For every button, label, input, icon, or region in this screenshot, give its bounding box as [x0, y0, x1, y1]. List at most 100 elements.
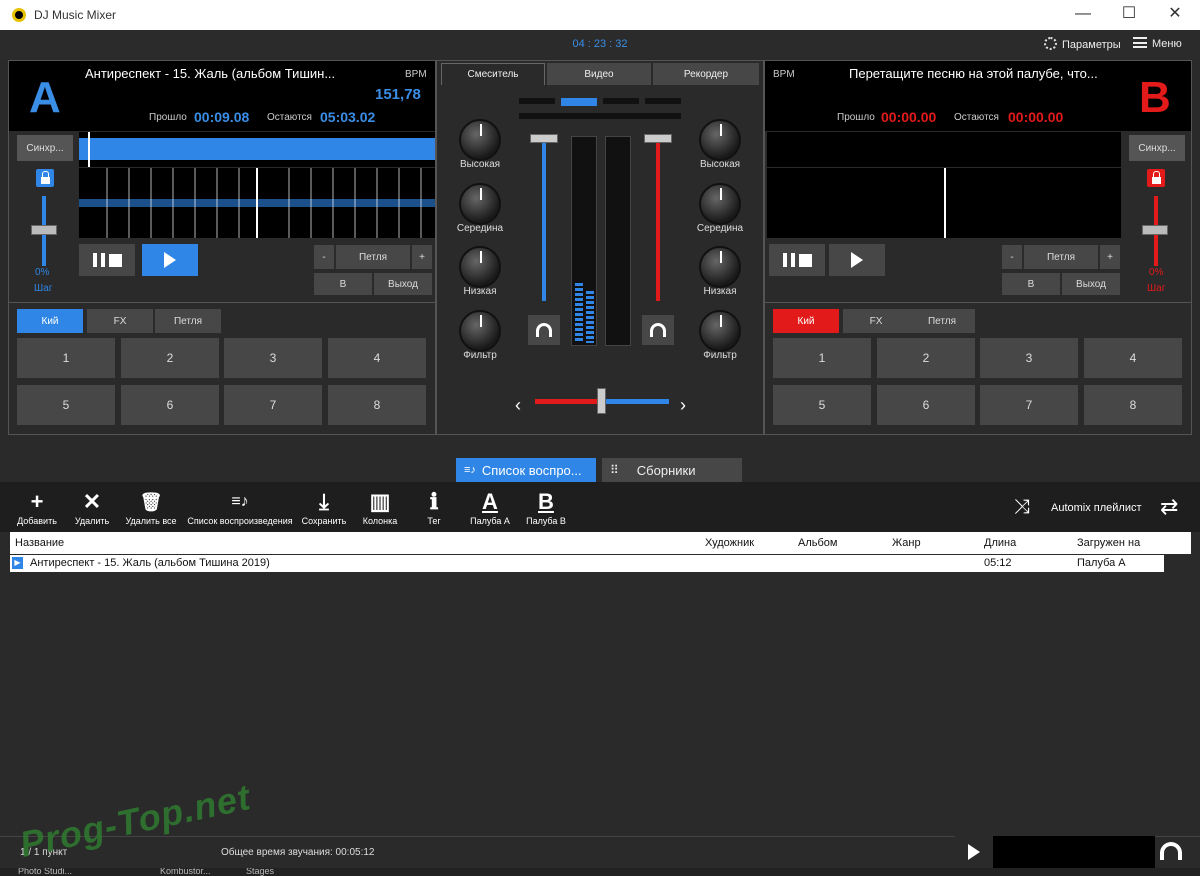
- repeat-icon[interactable]: ⇄: [1160, 494, 1178, 520]
- knob-mid-b[interactable]: [699, 183, 741, 225]
- crossfader-handle[interactable]: [597, 388, 606, 414]
- column-header-title[interactable]: Название: [15, 537, 64, 549]
- tab-collections[interactable]: ⠿ Сборники: [602, 458, 742, 482]
- columns-label: Колонка: [362, 516, 398, 526]
- deck-a-pad-7[interactable]: 7: [224, 385, 322, 425]
- deck-b-loop-plus-button[interactable]: +: [1100, 245, 1120, 269]
- deck-b-pad-3[interactable]: 3: [980, 338, 1078, 378]
- deck-a-zoom-waveform[interactable]: [79, 168, 435, 238]
- deck-b-tab-cue[interactable]: Кий: [773, 309, 839, 333]
- deck-b-zoom-waveform[interactable]: [767, 168, 1121, 238]
- column-header-loaded[interactable]: Загружен на: [1077, 537, 1140, 549]
- deck-a-pad-4[interactable]: 4: [328, 338, 426, 378]
- deck-b-loop-exit-button[interactable]: Выход: [1062, 273, 1120, 295]
- deck-a-pad-2[interactable]: 2: [121, 338, 219, 378]
- close-button[interactable]: ✕: [1152, 4, 1198, 26]
- deck-b-pad-8[interactable]: 8: [1084, 385, 1182, 425]
- knob-high-a[interactable]: [459, 119, 501, 161]
- deck-a-pad-8[interactable]: 8: [328, 385, 426, 425]
- deck-b-pad-2[interactable]: 2: [877, 338, 975, 378]
- tab-playlist[interactable]: ≡♪ Список воспро...: [456, 458, 596, 482]
- deck-a-pad-6[interactable]: 6: [121, 385, 219, 425]
- deck-a-loop-exit-button[interactable]: Выход: [374, 273, 432, 295]
- column-header-genre[interactable]: Жанр: [892, 537, 921, 549]
- column-header-length[interactable]: Длина: [984, 537, 1016, 549]
- shuffle-icon[interactable]: ⤨: [1014, 496, 1030, 519]
- deck-b-pad-1[interactable]: 1: [773, 338, 871, 378]
- crossfader-left-arrow-icon[interactable]: ‹: [515, 395, 521, 416]
- settings-button[interactable]: Параметры: [1044, 37, 1121, 51]
- deck-b-loop-in-button[interactable]: B: [1002, 273, 1060, 295]
- deck-b-pause-stop-button[interactable]: [769, 244, 825, 276]
- deck-a-loop-button[interactable]: Петля: [336, 245, 410, 269]
- maximize-button[interactable]: ☐: [1106, 4, 1152, 26]
- deck-b-pad-6[interactable]: 6: [877, 385, 975, 425]
- deck-a-loop-minus-button[interactable]: -: [314, 245, 334, 269]
- knob-low-a[interactable]: [459, 246, 501, 288]
- knob-filter-b[interactable]: [699, 310, 741, 352]
- deck-b-sync-button[interactable]: Синхр...: [1129, 135, 1185, 161]
- deck-a-loop-plus-button[interactable]: +: [412, 245, 432, 269]
- cue-a-headphones-button[interactable]: [528, 315, 560, 345]
- minimize-button[interactable]: —: [1060, 4, 1106, 26]
- tab-video[interactable]: Видео: [547, 63, 651, 85]
- table-row[interactable]: ▶ Антиреспект - 15. Жаль (альбом Тишина …: [10, 555, 1164, 572]
- deck-b-pad-7[interactable]: 7: [980, 385, 1078, 425]
- add-button[interactable]: + Добавить: [14, 488, 60, 526]
- preview-play-button[interactable]: [955, 836, 993, 868]
- deck-a-pause-stop-button[interactable]: [79, 244, 135, 276]
- menu-button[interactable]: Меню: [1133, 37, 1182, 50]
- preview-headphones-button[interactable]: [1160, 842, 1182, 860]
- deck-b-tab-fx[interactable]: FX: [843, 309, 909, 333]
- knob-mid-a[interactable]: [459, 183, 501, 225]
- playlist-button[interactable]: ≡♪ Список воспроизведения: [186, 488, 294, 526]
- cue-b-headphones-button[interactable]: [642, 315, 674, 345]
- deck-a-sync-button[interactable]: Синхр...: [17, 135, 73, 161]
- knob-low-b-label: Низкая: [703, 286, 737, 297]
- channel-b-fader[interactable]: [644, 134, 672, 143]
- crossfader-right-arrow-icon[interactable]: ›: [680, 395, 686, 416]
- deck-a-lock-icon[interactable]: [36, 169, 54, 187]
- deck-b-play-button[interactable]: [829, 244, 885, 276]
- knob-high-b[interactable]: [699, 119, 741, 161]
- deck-b-loop-button[interactable]: Петля: [1024, 245, 1098, 269]
- channel-a-fader[interactable]: [530, 134, 558, 143]
- table-header: Название Художник Альбом Жанр Длина Загр…: [10, 532, 1191, 554]
- taskbar-item[interactable]: Stages: [246, 868, 274, 876]
- deck-b-pitch-slider[interactable]: [1142, 225, 1168, 235]
- deck-a-tab-loop[interactable]: Петля: [155, 309, 221, 333]
- delete-all-button[interactable]: 🗑 Удалить все: [122, 488, 180, 526]
- deck-b-overview-waveform[interactable]: [767, 132, 1121, 167]
- deck-a-pad-3[interactable]: 3: [224, 338, 322, 378]
- knob-filter-a[interactable]: [459, 310, 501, 352]
- taskbar-item[interactable]: Kombustor...: [160, 868, 211, 876]
- deck-b-remain-label: Остаются: [954, 112, 999, 123]
- deck-a-tab-cue[interactable]: Кий: [17, 309, 83, 333]
- deck-b-loop-minus-button[interactable]: -: [1002, 245, 1022, 269]
- tab-recorder[interactable]: Рекордер: [653, 63, 759, 85]
- load-deck-a-button[interactable]: A Палуба A: [466, 488, 514, 526]
- deck-a-pad-5[interactable]: 5: [17, 385, 115, 425]
- deck-b-pad-4[interactable]: 4: [1084, 338, 1182, 378]
- deck-a-pad-1[interactable]: 1: [17, 338, 115, 378]
- deck-b-tab-loop[interactable]: Петля: [909, 309, 975, 333]
- save-button[interactable]: ⤓ Сохранить: [298, 488, 350, 526]
- deck-a-loop-in-button[interactable]: B: [314, 273, 372, 295]
- load-deck-b-button[interactable]: B Палуба B: [522, 488, 570, 526]
- deck-b-letter: B: [1139, 73, 1171, 122]
- deck-b-lock-icon[interactable]: [1147, 169, 1165, 187]
- taskbar-item[interactable]: Photo Studi...: [18, 868, 72, 876]
- column-header-artist[interactable]: Художник: [705, 537, 754, 549]
- deck-a-tab-fx[interactable]: FX: [87, 309, 153, 333]
- deck-a-play-button[interactable]: [142, 244, 198, 276]
- column-header-album[interactable]: Альбом: [798, 537, 837, 549]
- knob-low-b[interactable]: [699, 246, 741, 288]
- deck-a-pitch-slider[interactable]: [31, 225, 57, 235]
- tag-button[interactable]: ℹ Тег: [414, 488, 454, 526]
- delete-button[interactable]: ✕ Удалить: [70, 488, 114, 526]
- columns-button[interactable]: ▥ Колонка: [356, 488, 404, 526]
- top-bar: 04 : 23 : 32 Параметры Меню: [0, 30, 1200, 58]
- deck-b-pad-5[interactable]: 5: [773, 385, 871, 425]
- deck-a-overview-waveform[interactable]: [79, 132, 435, 167]
- tab-mixer[interactable]: Смеситель: [441, 63, 545, 85]
